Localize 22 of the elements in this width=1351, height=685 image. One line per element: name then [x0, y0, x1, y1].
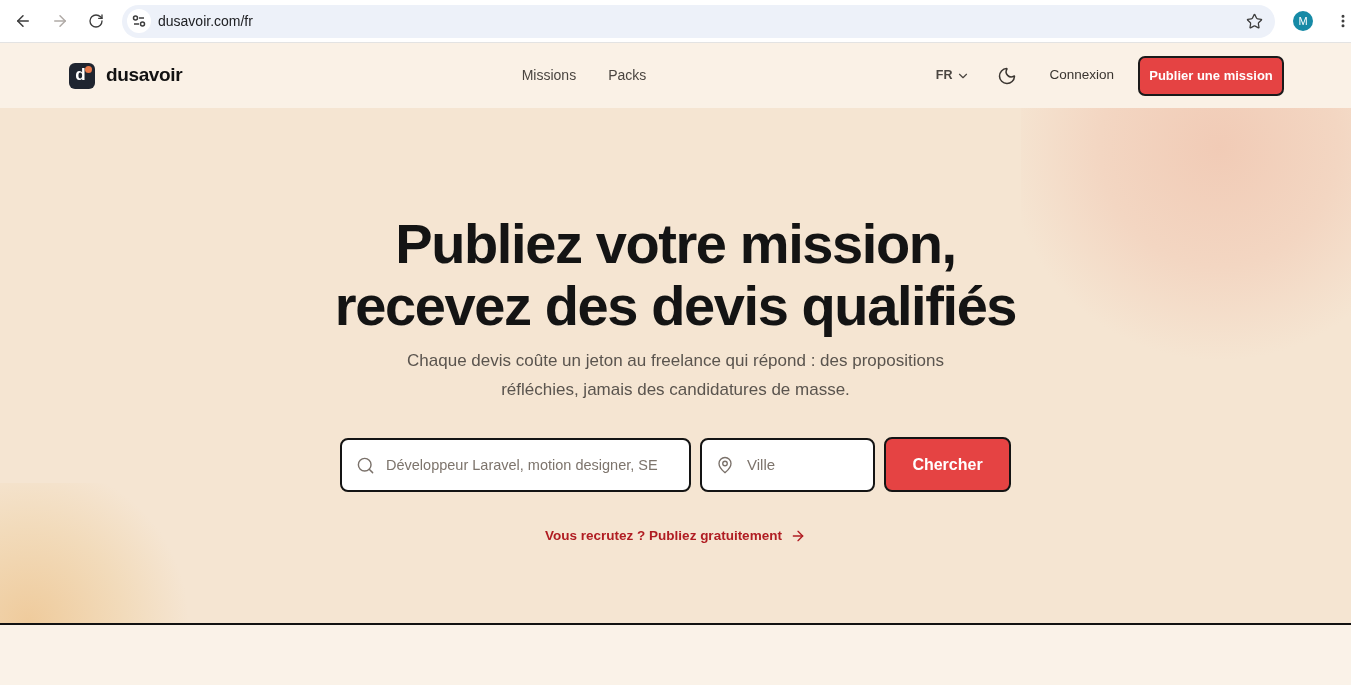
moon-icon[interactable] [997, 65, 1018, 86]
site-settings-icon[interactable] [127, 9, 151, 33]
nav-link[interactable]: Packs [608, 65, 647, 86]
logo-mark[interactable]: d [69, 62, 95, 89]
publish-mission-button[interactable]: Publier une mission [1138, 55, 1284, 96]
recruit-link[interactable]: Vous recrutez ? Publiez gratuitement [545, 526, 806, 547]
nav-link[interactable]: Missions [521, 65, 577, 86]
search-field[interactable]: Développeur Laravel, motion designer, SE [340, 437, 691, 492]
reload-icon[interactable] [88, 13, 104, 29]
bookmark-star-icon[interactable] [1246, 12, 1263, 30]
address-bar[interactable]: dusavoir.com/fr [122, 4, 1275, 38]
search-button[interactable]: Chercher [884, 437, 1011, 492]
brand-name[interactable]: dusavoir [106, 61, 183, 90]
language-selector[interactable]: FR [935, 66, 971, 85]
city-field[interactable]: Ville [700, 437, 875, 492]
logo-dot-icon [85, 65, 92, 73]
hero-subtitle: Chaque devis coûte un jeton au freelance qui répond : des propositions réfléchies, jamais des candidatures de masse. [406, 350, 945, 401]
location-pin-icon [716, 455, 734, 474]
login-link[interactable]: Connexion [1049, 65, 1114, 86]
search-icon [356, 455, 375, 475]
profile-avatar[interactable]: M [1293, 11, 1313, 31]
hero-title: Publiez votre mission, recevez des devis qualifiés [334, 213, 1017, 337]
